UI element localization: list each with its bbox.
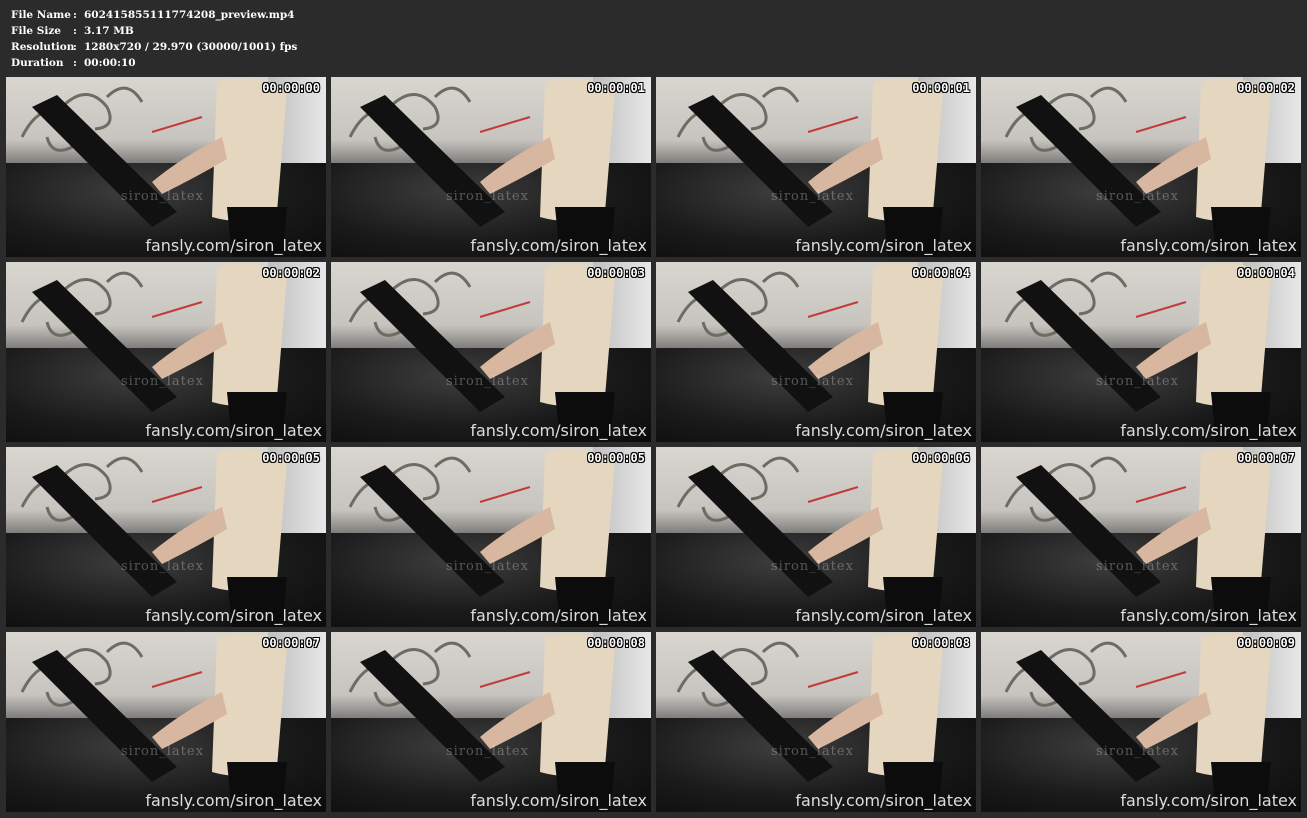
frame-timestamp: 00:00:00 [262, 81, 320, 95]
video-frame-thumbnail: siron_latex fansly.com/siron_latex 00:00:0… [6, 447, 326, 627]
info-value: 602415855111774208_preview.mp4 [84, 9, 295, 21]
watermark-small: siron_latex [771, 189, 854, 204]
info-separator: : [73, 57, 77, 69]
frame-scene-image [1004, 263, 1271, 442]
video-frame-thumbnail: siron_latex fansly.com/siron_latex 00:00:0… [6, 262, 326, 442]
frame-timestamp: 00:00:06 [912, 451, 970, 465]
watermark-small: siron_latex [1096, 744, 1179, 759]
video-frame-thumbnail: siron_latex fansly.com/siron_latex 00:00:0… [981, 632, 1301, 812]
info-value: 3.17 MB [84, 25, 134, 37]
watermark-small: siron_latex [446, 374, 529, 389]
frame-timestamp: 00:00:07 [1237, 451, 1295, 465]
video-frame-thumbnail: siron_latex fansly.com/siron_latex 00:00:0… [981, 262, 1301, 442]
frame-timestamp: 00:00:04 [912, 266, 970, 280]
frame-timestamp: 00:00:03 [587, 266, 645, 280]
info-row-file-size: File Size : 3.17 MB [11, 23, 297, 39]
info-row-resolution: Resolution : 1280x720 / 29.970 (30000/10… [11, 39, 297, 55]
watermark-small: siron_latex [1096, 559, 1179, 574]
watermark-small: siron_latex [121, 559, 204, 574]
watermark-url: fansly.com/siron_latex [145, 606, 322, 625]
watermark-url: fansly.com/siron_latex [795, 791, 972, 810]
video-frame-thumbnail: siron_latex fansly.com/siron_latex 00:00:0… [656, 262, 976, 442]
info-label: File Name [11, 9, 71, 21]
frame-scene-image [1004, 78, 1271, 257]
info-label: Resolution [11, 41, 75, 53]
watermark-small: siron_latex [446, 744, 529, 759]
watermark-url: fansly.com/siron_latex [145, 421, 322, 440]
watermark-url: fansly.com/siron_latex [145, 791, 322, 810]
watermark-url: fansly.com/siron_latex [1120, 236, 1297, 255]
file-info-header: File Name : 602415855111774208_preview.m… [11, 7, 297, 71]
info-row-file-name: File Name : 602415855111774208_preview.m… [11, 7, 297, 23]
watermark-small: siron_latex [121, 189, 204, 204]
thumbnail-grid: siron_latex fansly.com/siron_latex 00:00:0… [6, 77, 1301, 812]
info-label: File Size [11, 25, 61, 37]
watermark-url: fansly.com/siron_latex [795, 606, 972, 625]
watermark-url: fansly.com/siron_latex [1120, 421, 1297, 440]
frame-timestamp: 00:00:07 [262, 636, 320, 650]
video-frame-thumbnail: siron_latex fansly.com/siron_latex 00:00:0… [6, 77, 326, 257]
frame-scene-image [676, 633, 943, 812]
watermark-small: siron_latex [121, 744, 204, 759]
frame-timestamp: 00:00:04 [1237, 266, 1295, 280]
frame-scene-image [348, 78, 615, 257]
frame-scene-image [676, 448, 943, 627]
frame-timestamp: 00:00:08 [587, 636, 645, 650]
frame-scene-image [20, 448, 287, 627]
frame-scene-image [1004, 633, 1271, 812]
frame-scene-image [348, 633, 615, 812]
info-value: 1280x720 / 29.970 (30000/1001) fps [84, 41, 298, 53]
watermark-small: siron_latex [446, 189, 529, 204]
watermark-url: fansly.com/siron_latex [795, 421, 972, 440]
frame-scene-image [348, 448, 615, 627]
watermark-small: siron_latex [1096, 374, 1179, 389]
watermark-url: fansly.com/siron_latex [470, 606, 647, 625]
frame-timestamp: 00:00:02 [1237, 81, 1295, 95]
video-frame-thumbnail: siron_latex fansly.com/siron_latex 00:00:0… [6, 632, 326, 812]
watermark-url: fansly.com/siron_latex [1120, 791, 1297, 810]
video-frame-thumbnail: siron_latex fansly.com/siron_latex 00:00:0… [656, 632, 976, 812]
watermark-small: siron_latex [771, 374, 854, 389]
watermark-url: fansly.com/siron_latex [145, 236, 322, 255]
video-frame-thumbnail: siron_latex fansly.com/siron_latex 00:00:0… [331, 77, 651, 257]
frame-scene-image [20, 78, 287, 257]
video-frame-thumbnail: siron_latex fansly.com/siron_latex 00:00:0… [331, 262, 651, 442]
watermark-small: siron_latex [771, 559, 854, 574]
frame-scene-image [676, 78, 943, 257]
frame-timestamp: 00:00:05 [587, 451, 645, 465]
frame-timestamp: 00:00:02 [262, 266, 320, 280]
watermark-small: siron_latex [121, 374, 204, 389]
video-frame-thumbnail: siron_latex fansly.com/siron_latex 00:00:0… [981, 77, 1301, 257]
watermark-small: siron_latex [446, 559, 529, 574]
info-label: Duration [11, 57, 64, 69]
watermark-url: fansly.com/siron_latex [1120, 606, 1297, 625]
info-separator: : [73, 9, 77, 21]
watermark-small: siron_latex [771, 744, 854, 759]
frame-scene-image [1004, 448, 1271, 627]
frame-timestamp: 00:00:05 [262, 451, 320, 465]
frame-scene-image [20, 633, 287, 812]
frame-timestamp: 00:00:01 [587, 81, 645, 95]
frame-scene-image [676, 263, 943, 442]
video-frame-thumbnail: siron_latex fansly.com/siron_latex 00:00:0… [331, 632, 651, 812]
watermark-url: fansly.com/siron_latex [470, 421, 647, 440]
info-separator: : [73, 25, 77, 37]
frame-timestamp: 00:00:08 [912, 636, 970, 650]
watermark-url: fansly.com/siron_latex [470, 236, 647, 255]
watermark-url: fansly.com/siron_latex [470, 791, 647, 810]
watermark-small: siron_latex [1096, 189, 1179, 204]
info-separator: : [73, 41, 77, 53]
frame-timestamp: 00:00:01 [912, 81, 970, 95]
frame-scene-image [20, 263, 287, 442]
frame-scene-image [348, 263, 615, 442]
video-frame-thumbnail: siron_latex fansly.com/siron_latex 00:00:0… [981, 447, 1301, 627]
frame-timestamp: 00:00:09 [1237, 636, 1295, 650]
info-value: 00:00:10 [84, 57, 136, 69]
watermark-url: fansly.com/siron_latex [795, 236, 972, 255]
video-frame-thumbnail: siron_latex fansly.com/siron_latex 00:00:0… [331, 447, 651, 627]
video-frame-thumbnail: siron_latex fansly.com/siron_latex 00:00:0… [656, 77, 976, 257]
video-frame-thumbnail: siron_latex fansly.com/siron_latex 00:00:0… [656, 447, 976, 627]
info-row-duration: Duration : 00:00:10 [11, 55, 297, 71]
